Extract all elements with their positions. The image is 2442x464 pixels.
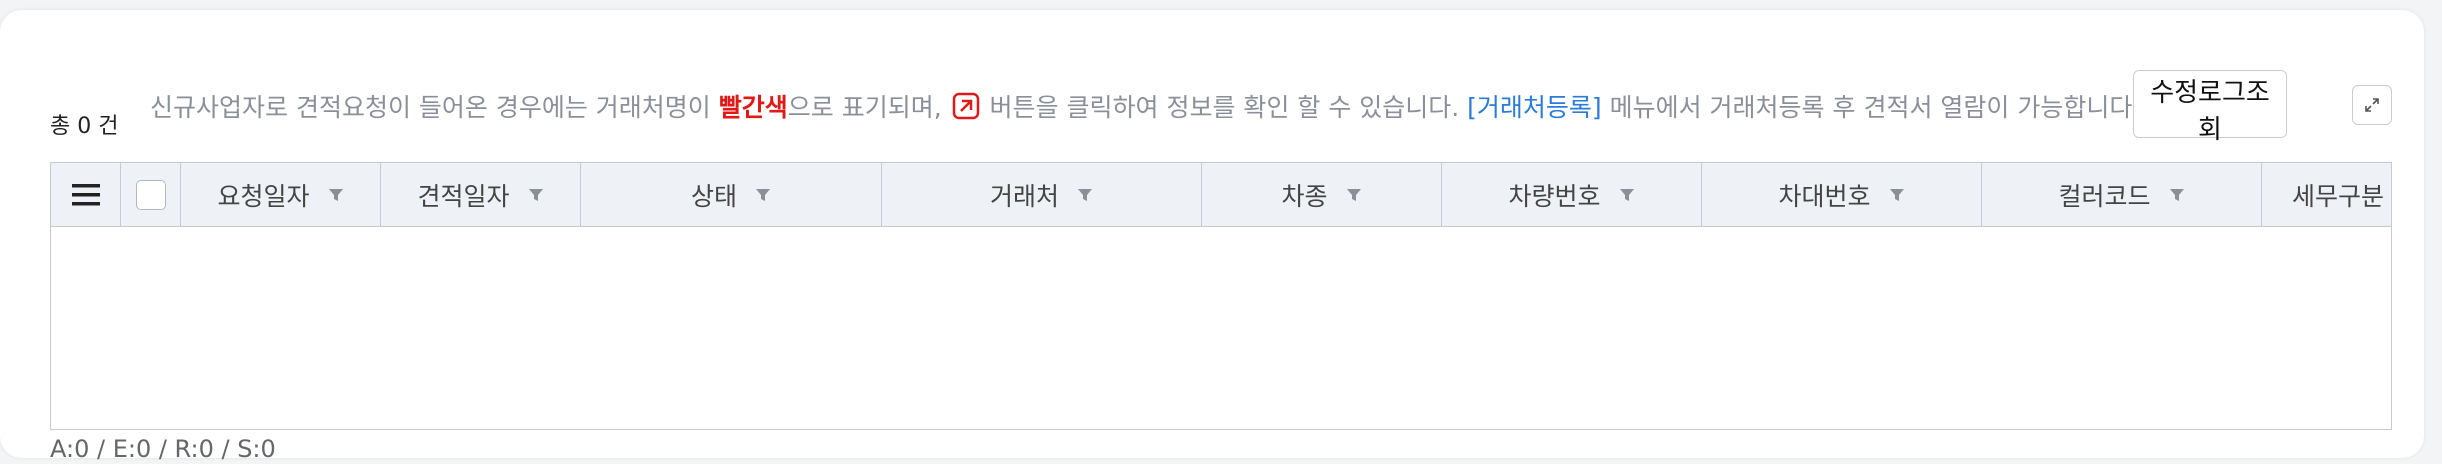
header-vin[interactable]: 차대번호	[1702, 163, 1982, 226]
filter-icon[interactable]	[1889, 187, 1905, 203]
header-label: 차량번호	[1508, 181, 1601, 211]
header-estimate-date[interactable]: 견적일자	[381, 163, 581, 226]
filter-icon[interactable]	[328, 187, 344, 203]
notice-red-highlight: 빨간색	[718, 93, 788, 122]
grid-panel: 총 0 건 신규사업자로 견적요청이 들어온 경우에는 거래처명이 빨간색으로 …	[0, 10, 2424, 463]
filter-icon[interactable]	[755, 187, 771, 203]
select-all-cell	[121, 163, 181, 226]
header-status[interactable]: 상태	[581, 163, 882, 226]
filter-icon[interactable]	[2169, 187, 2185, 203]
header-label: 차종	[1281, 181, 1328, 211]
header-request-date[interactable]: 요청일자	[181, 163, 381, 226]
status-summary: A:0 / E:0 / R:0 / S:0	[50, 435, 276, 463]
total-count: 총 0 건	[50, 114, 119, 139]
notice-part4: 메뉴에서 거래처등록 후 견적서 열람이 가능합니다.	[1601, 93, 2141, 122]
notice-part3: 버튼을 클릭하여 정보를 확인 할 수 있습니다.	[981, 93, 1468, 122]
header-label: 상태	[690, 181, 737, 211]
header-label: 차대번호	[1778, 181, 1871, 211]
menu-icon	[71, 183, 100, 205]
select-all-checkbox[interactable]	[135, 179, 166, 210]
filter-icon[interactable]	[1619, 187, 1635, 203]
filter-icon[interactable]	[528, 187, 544, 203]
header-car-model[interactable]: 차종	[1202, 163, 1442, 226]
edit-log-button[interactable]: 수정로그조회	[2133, 70, 2287, 145]
filter-icon[interactable]	[1346, 187, 1362, 203]
column-menu-cell[interactable]	[51, 163, 121, 226]
notice-part1: 신규사업자로 견적요청이 들어온 경우에는 거래처명이	[150, 93, 719, 122]
expand-button[interactable]	[2352, 85, 2392, 125]
data-grid: 요청일자 견적일자 상태 거래처 차종 차량번호 차대번호 컬러코드 세무구분	[50, 162, 2392, 430]
grid-header: 요청일자 견적일자 상태 거래처 차종 차량번호 차대번호 컬러코드 세무구분	[51, 163, 2391, 227]
notice-part2: 으로 표기되며,	[787, 93, 950, 122]
header-color-code[interactable]: 컬러코드	[1982, 163, 2262, 226]
header-customer[interactable]: 거래처	[882, 163, 1202, 226]
external-link-icon	[952, 92, 980, 120]
header-label: 견적일자	[417, 181, 510, 211]
header-label: 세무구분	[2292, 181, 2385, 211]
header-label: 컬러코드	[2058, 181, 2151, 211]
header-plate-number[interactable]: 차량번호	[1442, 163, 1702, 226]
header-label: 거래처	[989, 181, 1059, 211]
filter-icon[interactable]	[1077, 187, 1093, 203]
expand-icon	[2365, 98, 2379, 112]
header-label: 요청일자	[217, 181, 310, 211]
customer-register-link[interactable]: [거래처등록]	[1467, 93, 1602, 122]
notice-text: 신규사업자로 견적요청이 들어온 경우에는 거래처명이 빨간색으로 표기되며, …	[150, 88, 2140, 124]
header-tax-type[interactable]: 세무구분	[2262, 163, 2391, 226]
grid-body	[51, 227, 2391, 427]
